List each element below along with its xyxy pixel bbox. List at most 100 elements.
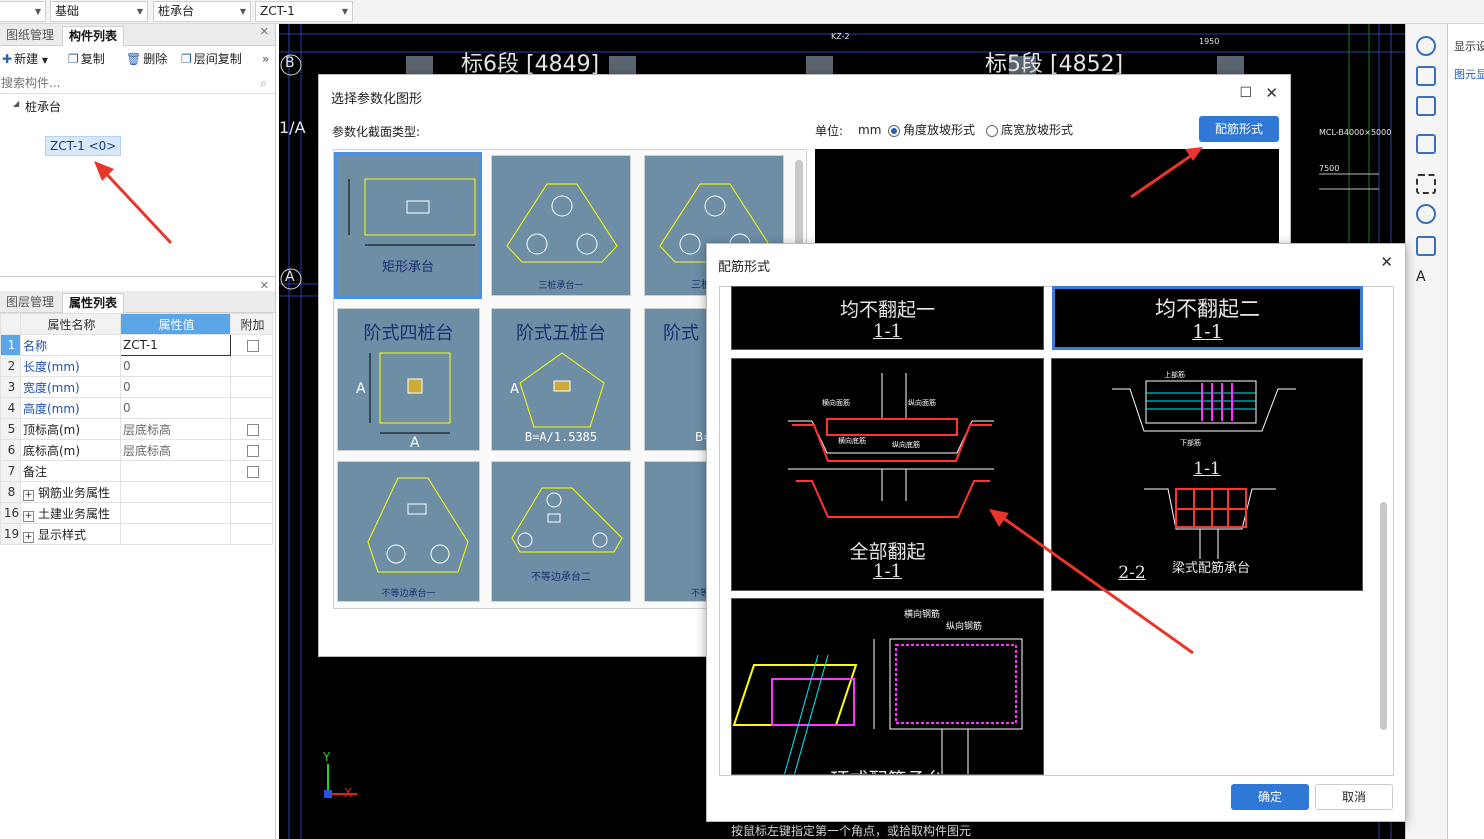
tab-layer-management[interactable]: 图层管理	[0, 293, 60, 313]
property-value[interactable]	[120, 460, 231, 482]
property-value[interactable]: 0	[120, 376, 231, 398]
more-icon[interactable]: »	[262, 50, 269, 68]
search-icon[interactable]: ⌕	[260, 76, 267, 91]
expand-icon[interactable]: +	[23, 531, 34, 543]
property-value[interactable]: 层底标高	[120, 439, 231, 461]
row-number: 5	[0, 418, 21, 440]
radio-unchecked-icon[interactable]	[986, 124, 998, 137]
extra-checkbox[interactable]	[247, 339, 259, 352]
property-value[interactable]: 0	[120, 397, 231, 419]
tree-root[interactable]: ◢ 桩承台	[0, 94, 275, 118]
property-name: 顶标高(m)	[20, 418, 121, 440]
thumb-step-four[interactable]: 阶式四桩台 AA	[337, 308, 480, 451]
rebar-option-no-bend-2[interactable]: 均不翻起二 1-1	[1052, 286, 1363, 350]
view-toolbar: A	[1405, 24, 1447, 839]
category-dropdown[interactable]: 基础 ▼	[50, 1, 148, 22]
3d-view-icon[interactable]	[1416, 66, 1436, 86]
extra-checkbox[interactable]	[247, 465, 259, 478]
header-name: 属性名称	[20, 313, 121, 335]
type-dropdown[interactable]: 桩承台 ▼	[153, 1, 251, 22]
row-number: 19	[0, 523, 21, 545]
cube-solid-icon[interactable]	[1416, 134, 1436, 154]
table-row[interactable]: 19 + 显示样式	[0, 523, 273, 545]
floor-dropdown[interactable]: ▼	[0, 1, 46, 22]
rebar-scrollbar[interactable]	[1380, 502, 1387, 730]
cancel-button[interactable]: 取消	[1315, 784, 1393, 810]
table-row[interactable]: 7 备注	[0, 460, 273, 482]
formula-label: B=A/1.5385	[524, 430, 598, 444]
fullscreen-icon[interactable]	[1416, 174, 1436, 194]
rect-shape-icon	[348, 178, 476, 246]
property-extra	[230, 418, 273, 440]
list-icon[interactable]	[1416, 236, 1436, 256]
chevron-down-icon[interactable]: ◢	[13, 99, 19, 108]
thumb-unequal-1[interactable]: 不等边承台一	[337, 461, 480, 602]
radio-bottom-width[interactable]: 底宽放坡形式	[986, 121, 1073, 138]
property-value[interactable]: ZCT-1	[120, 334, 231, 356]
thumb-step-five[interactable]: 阶式五桩台 A B=A/1.5385	[491, 308, 631, 451]
square-shape-icon: AA	[356, 352, 451, 451]
table-row[interactable]: 8 + 钢筋业务属性	[0, 481, 273, 503]
copy-button[interactable]: ❐ 复制	[68, 50, 105, 68]
expand-icon[interactable]: +	[23, 489, 34, 501]
tab-component-list[interactable]: 构件列表	[62, 26, 125, 46]
search-box[interactable]: ⌕	[0, 74, 275, 94]
svg-text:A: A	[510, 382, 519, 397]
ok-button[interactable]: 确定	[1231, 784, 1309, 810]
property-value[interactable]: 0	[120, 355, 231, 377]
floor-copy-button[interactable]: ❐ 层间复制	[181, 50, 242, 68]
tree-item-zct1[interactable]: ZCT-1 <0>	[45, 136, 122, 156]
top-toolbar: ▼ 基础 ▼ 桩承台 ▼ ZCT-1 ▼	[0, 0, 1484, 24]
thumb-caption: 不等边承台一	[381, 589, 436, 599]
element-display-tab[interactable]: 图元显	[1454, 66, 1484, 82]
table-row[interactable]: 1 名称 ZCT-1	[0, 334, 273, 356]
thumb-rect-cap[interactable]: 矩形承台	[334, 152, 482, 299]
table-row[interactable]: 2 长度(mm) 0	[0, 355, 273, 377]
table-row[interactable]: 6 底标高(m) 层底标高	[0, 439, 273, 461]
globe-icon[interactable]	[1416, 36, 1436, 56]
table-row[interactable]: 4 高度(mm) 0	[0, 397, 273, 419]
property-value[interactable]	[120, 481, 231, 503]
property-name: 备注	[20, 460, 121, 482]
property-extra	[230, 334, 273, 356]
option-title: 均不翻起一	[839, 299, 935, 321]
table-row[interactable]: 5 顶标高(m) 层底标高	[0, 418, 273, 440]
radio-checked-icon[interactable]	[888, 124, 900, 137]
new-button[interactable]: ✚ 新建 ▼	[2, 50, 48, 68]
property-value[interactable]	[120, 523, 231, 545]
tab-drawing-management[interactable]: 图纸管理	[0, 26, 60, 46]
delete-button[interactable]: 🗑 删除	[126, 50, 167, 68]
radio-angle-slope[interactable]: 角度放坡形式	[888, 121, 975, 138]
preview-area	[815, 149, 1279, 249]
maximize-icon[interactable]: ☐	[1239, 85, 1252, 101]
floor-copy-label: 层间复制	[193, 52, 242, 66]
close-icon[interactable]: ✕	[1380, 253, 1393, 271]
close-icon[interactable]: ✕	[260, 25, 269, 38]
svg-text:A: A	[410, 435, 420, 451]
rebar-option-no-bend-1[interactable]: 均不翻起一 1-1	[731, 286, 1044, 350]
expand-icon[interactable]: +	[23, 510, 34, 522]
rebar-label: 纵向钢筋	[946, 620, 982, 632]
rebar-form-button[interactable]: 配筋形式	[1199, 116, 1279, 142]
search-input[interactable]	[0, 74, 250, 92]
extra-checkbox[interactable]	[247, 444, 259, 457]
component-dropdown[interactable]: ZCT-1 ▼	[255, 1, 353, 22]
property-name-label: 长度(mm)	[23, 359, 80, 374]
property-value[interactable]: 层底标高	[120, 418, 231, 440]
property-value[interactable]	[120, 502, 231, 524]
table-row[interactable]: 3 宽度(mm) 0	[0, 376, 273, 398]
axis-label-b: B	[285, 55, 295, 71]
thumb-caption: 不等边承台二	[531, 572, 591, 583]
table-row[interactable]: 16 + 土建业务属性	[0, 502, 273, 524]
extra-checkbox[interactable]	[247, 423, 259, 436]
close-icon[interactable]: ✕	[1265, 84, 1278, 102]
close-icon[interactable]: ✕	[260, 279, 269, 292]
cube-icon[interactable]	[1416, 96, 1436, 116]
thumb-three-pile-1[interactable]: 三桩承台一	[491, 155, 631, 296]
thumb-unequal-2[interactable]: 不等边承台二	[491, 461, 631, 602]
rebar-label: 横向钢筋	[904, 608, 940, 620]
axis-label-a2: A	[1416, 269, 1426, 285]
unit-label: 单位:	[815, 124, 844, 138]
tab-property-list[interactable]: 属性列表	[62, 293, 125, 313]
box-icon[interactable]	[1416, 204, 1436, 224]
